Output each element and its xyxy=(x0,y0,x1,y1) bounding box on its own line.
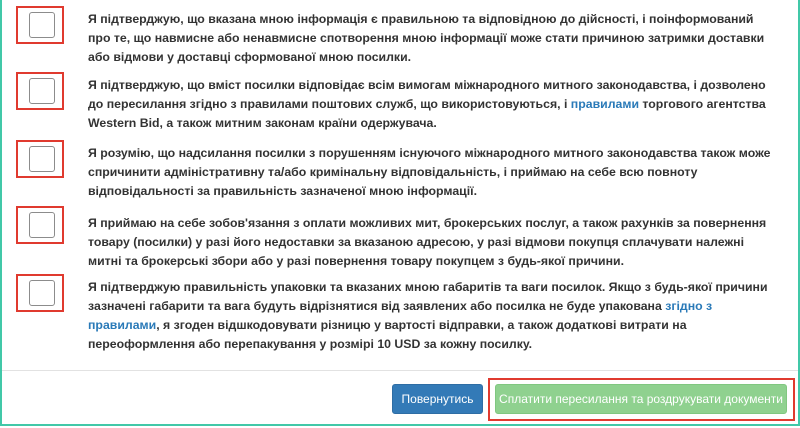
agreement-checkbox-3[interactable] xyxy=(29,146,55,172)
agreement-text-segment: , я згоден відшкодовувати різницю у варт… xyxy=(88,318,687,351)
agreement-checkbox-4[interactable] xyxy=(29,212,55,238)
confirmation-panel: Я підтверджую, що вказана мною інформаці… xyxy=(0,0,800,426)
agreement-text-segment: Я приймаю на себе зобов'язання з оплати … xyxy=(88,216,767,268)
footer-divider xyxy=(2,370,798,371)
agreement-checkbox-2[interactable] xyxy=(29,78,55,104)
agreement-checkbox-1[interactable] xyxy=(29,12,55,38)
agreement-text-segment: Я підтверджую, що вказана мною інформаці… xyxy=(88,12,765,64)
checkbox-highlight xyxy=(16,72,64,110)
agreement-text-1: Я підтверджую, що вказана мною інформаці… xyxy=(88,10,778,67)
back-button[interactable]: Повернутись xyxy=(392,384,483,414)
pay-button-highlight: Сплатити пересилання та роздрукувати док… xyxy=(488,378,795,421)
checkbox-highlight xyxy=(16,206,64,244)
checkbox-highlight xyxy=(16,6,64,44)
agreement-text-5: Я підтверджую правильність упаковки та в… xyxy=(88,278,778,354)
pay-and-print-button[interactable]: Сплатити пересилання та роздрукувати док… xyxy=(495,384,787,414)
agreement-text-2: Я підтверджую, що вміст посилки відповід… xyxy=(88,76,778,133)
agreement-checkbox-5[interactable] xyxy=(29,280,55,306)
checkbox-highlight xyxy=(16,274,64,312)
rules-link[interactable]: правилами xyxy=(571,97,639,111)
agreement-text-segment: Я розумію, що надсилання посилки з поруш… xyxy=(88,146,771,198)
checkbox-highlight xyxy=(16,140,64,178)
agreement-text-3: Я розумію, що надсилання посилки з поруш… xyxy=(88,144,778,201)
agreement-text-4: Я приймаю на себе зобов'язання з оплати … xyxy=(88,214,778,271)
